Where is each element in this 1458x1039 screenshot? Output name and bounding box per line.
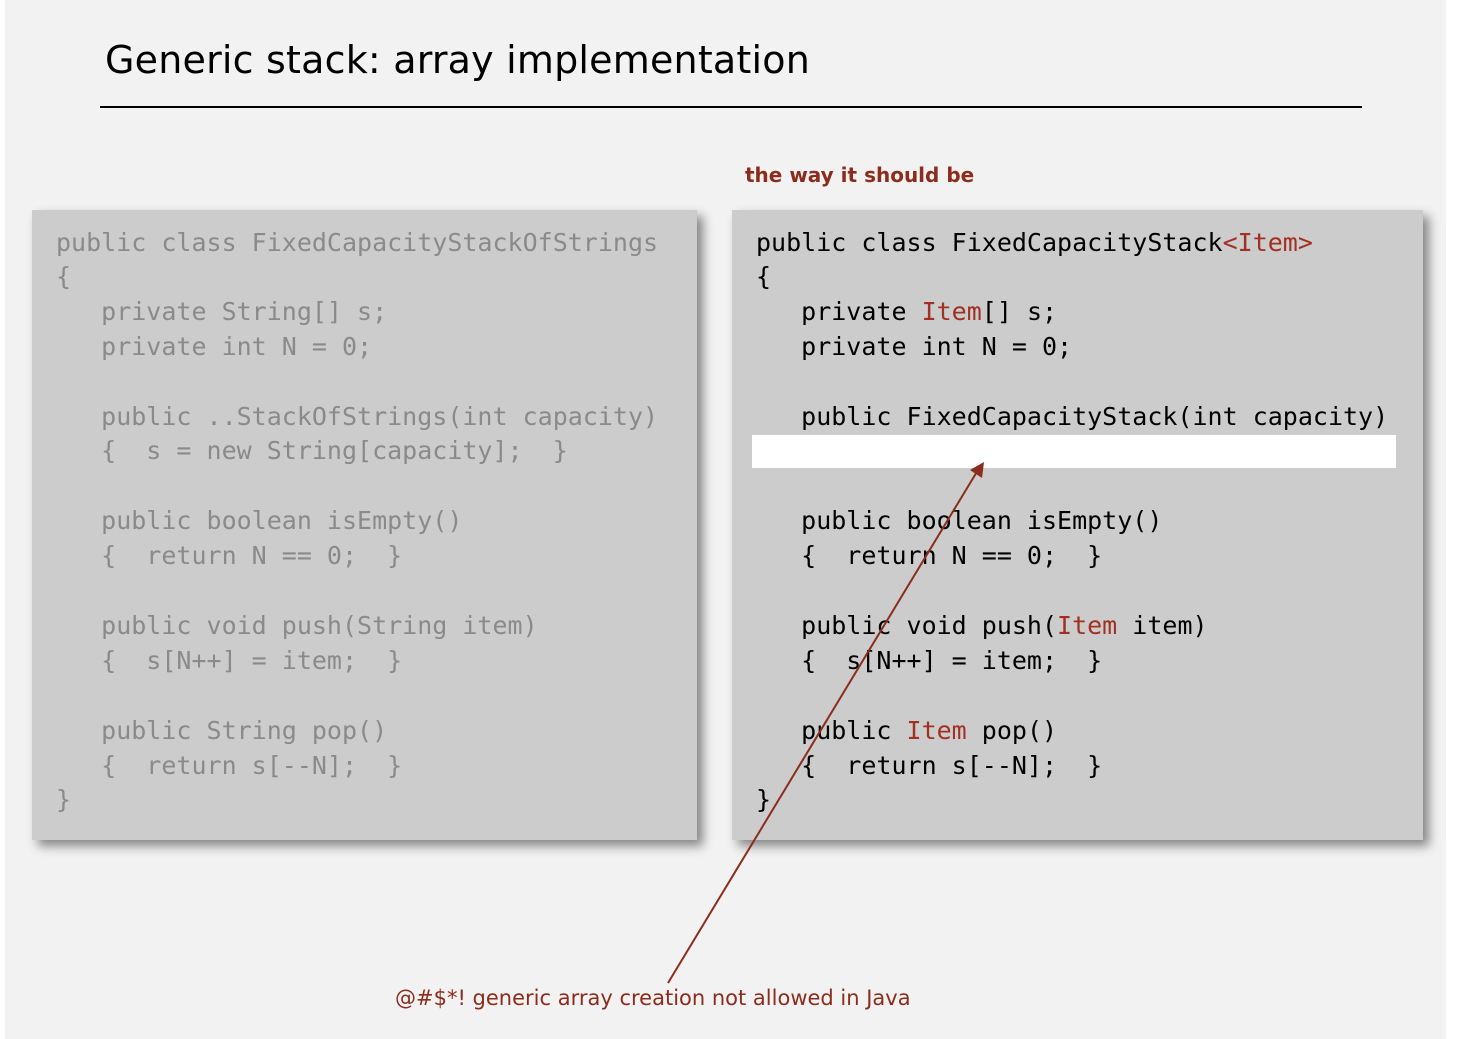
arrow-head <box>970 462 984 478</box>
arrow-line <box>667 469 979 984</box>
annotation-arrow <box>667 462 984 984</box>
